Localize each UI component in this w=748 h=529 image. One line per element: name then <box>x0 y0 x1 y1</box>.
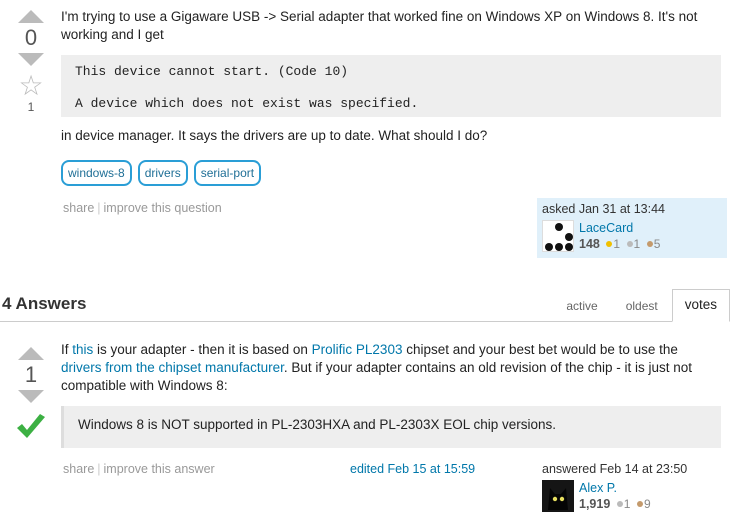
improve-question-link[interactable]: improve this question <box>104 201 222 215</box>
answer-vote-count: 1 <box>24 362 38 387</box>
code-line: A device which does not exist was specif… <box>75 96 419 111</box>
answer-post-menu: share | improve this answer <box>63 462 215 476</box>
adapter-link[interactable]: this <box>72 342 93 357</box>
answer-text: chipset and your best bet would be to us… <box>402 342 678 357</box>
tag-windows-8[interactable]: windows-8 <box>61 160 132 186</box>
tab-votes[interactable]: votes <box>671 289 730 322</box>
tab-active[interactable]: active <box>552 289 611 322</box>
bronze-badge-count: 5 <box>653 237 661 251</box>
drivers-link[interactable]: drivers from the chipset manufacturer <box>61 360 284 375</box>
bronze-badge-count: 9 <box>643 497 651 511</box>
answer-sort-tabs: active oldest votes <box>552 289 730 322</box>
tag-serial-port[interactable]: serial-port <box>193 160 262 186</box>
question-owner-card: asked Jan 31 at 13:44 LaceCard 148 1 1 5 <box>537 198 727 258</box>
upvote-arrow-icon[interactable] <box>18 10 44 23</box>
share-link[interactable]: share <box>63 201 94 215</box>
accepted-checkmark-icon <box>14 413 48 444</box>
answer-owner-card: answered Feb 14 at 23:50 Alex P. 1,919 1… <box>537 458 727 516</box>
answer-vote-cell: 1 <box>14 347 48 444</box>
tag-drivers[interactable]: drivers <box>137 160 188 186</box>
question-vote-cell: 0 ☆ 1 <box>14 10 48 114</box>
favorite-star-icon[interactable]: ☆ <box>14 72 48 100</box>
share-link[interactable]: share <box>63 462 94 476</box>
tag-list: windows-8 drivers serial-port <box>61 160 262 186</box>
bronze-badge-icon <box>636 501 643 508</box>
downvote-arrow-icon[interactable] <box>18 53 44 66</box>
bronze-badge-icon <box>646 241 653 248</box>
gold-badge-icon <box>606 241 613 248</box>
answer-body: If this is your adapter - then it is bas… <box>61 341 721 395</box>
answers-header: 4 Answers active oldest votes <box>0 289 730 322</box>
question-body-outro: in device manager. It says the drivers a… <box>61 128 488 143</box>
downvote-arrow-icon[interactable] <box>18 390 44 403</box>
reputation-score: 1,919 <box>579 497 611 511</box>
gold-badge-count: 1 <box>613 237 621 251</box>
user-name-link[interactable]: Alex P. <box>579 481 617 495</box>
answers-count-title: 4 Answers <box>2 294 87 313</box>
silver-badge-icon <box>626 241 633 248</box>
favorite-count: 1 <box>27 100 35 114</box>
silver-badge-count: 1 <box>623 497 631 511</box>
prolific-link[interactable]: Prolific PL2303 <box>312 342 403 357</box>
answer-text: is your adapter - then it is based on <box>93 342 312 357</box>
error-code-block: This device cannot start. (Code 10) A de… <box>61 55 721 117</box>
reputation-score: 148 <box>579 237 600 251</box>
question-vote-count: 0 <box>24 25 38 50</box>
code-line: This device cannot start. (Code 10) <box>75 64 349 79</box>
edited-timestamp-link[interactable]: edited Feb 15 at 15:59 <box>350 462 475 476</box>
silver-badge-icon <box>616 501 623 508</box>
improve-answer-link[interactable]: improve this answer <box>104 462 215 476</box>
answer-blockquote: Windows 8 is NOT supported in PL-2303HXA… <box>61 406 721 448</box>
silver-badge-count: 1 <box>633 237 641 251</box>
question-post-menu: share | improve this question <box>63 201 222 215</box>
answered-timestamp: answered Feb 14 at 23:50 <box>542 462 688 476</box>
asked-timestamp: asked Jan 31 at 13:44 <box>542 202 666 216</box>
user-identicon-avatar[interactable] <box>542 220 574 252</box>
question-body-intro: I'm trying to use a Gigaware USB -> Seri… <box>61 9 698 42</box>
user-name-link[interactable]: LaceCard <box>579 221 633 235</box>
upvote-arrow-icon[interactable] <box>18 347 44 360</box>
answer-text: If <box>61 342 73 357</box>
tab-oldest[interactable]: oldest <box>612 289 672 322</box>
user-avatar[interactable] <box>542 480 574 512</box>
